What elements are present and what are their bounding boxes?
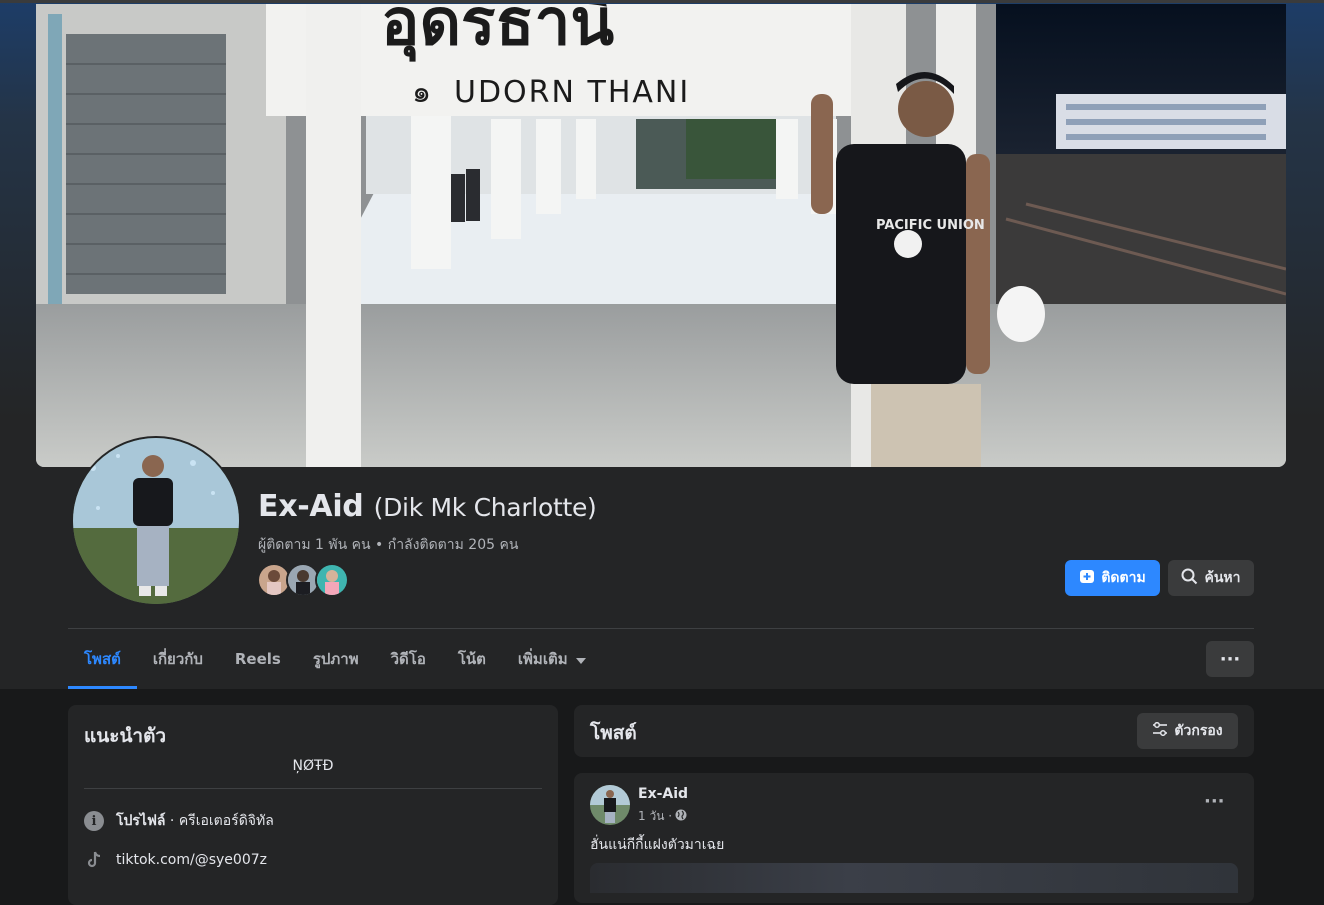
tab-label: โน้ต <box>457 650 486 668</box>
follow-label: ติดตาม <box>1101 570 1146 586</box>
tiktok-link[interactable]: tiktok.com/@sye007z <box>116 852 267 868</box>
tab-photos[interactable]: รูปภาพ <box>297 636 375 682</box>
friend-avatar[interactable] <box>315 563 349 597</box>
tab-posts[interactable]: โพสต์ <box>68 636 137 689</box>
profile-more-button[interactable]: ··· <box>1206 641 1254 677</box>
tab-more[interactable]: เพิ่มเติม <box>502 636 602 682</box>
posts-title: โพสต์ <box>590 722 637 744</box>
intro-card: แนะนำตัว ŅØŦĐ i โปรไฟล์ · ครีเอเตอร์ดิจิ… <box>68 705 558 905</box>
profile-display-name: Ex-Aid <box>258 489 364 524</box>
search-icon <box>1181 568 1198 589</box>
tab-about[interactable]: เกี่ยวกับ <box>137 636 219 682</box>
filter-button[interactable]: ตัวกรอง <box>1137 713 1238 749</box>
profile-type-label: โปรไฟล์ <box>116 813 166 829</box>
profile-tabs: โพสต์ เกี่ยวกับ Reels รูปภาพ วิดีโอ โน้ต… <box>68 636 602 689</box>
chevron-down-icon <box>575 650 586 668</box>
cover-sign-text: UDORN THANI <box>454 75 690 110</box>
info-icon: i <box>84 811 104 831</box>
tab-label: เกี่ยวกับ <box>152 650 203 668</box>
post-media[interactable] <box>590 863 1238 893</box>
posts-header-card: โพสต์ ตัวกรอง <box>574 705 1254 757</box>
intro-link-row: tiktok.com/@sye007z <box>84 851 267 869</box>
follow-stats[interactable]: ผู้ติดตาม 1 พัน คน • กำลังติดตาม 205 คน <box>258 534 518 556</box>
tab-label: Reels <box>234 650 281 668</box>
search-label: ค้นหา <box>1204 570 1241 586</box>
tab-notes[interactable]: โน้ต <box>442 636 502 682</box>
profile-name: Ex-Aid (Dik Mk Charlotte) <box>258 489 597 524</box>
tab-label: วิดีโอ <box>390 650 426 668</box>
top-border <box>0 0 1324 3</box>
post-text: ฮั่นแน่กีกี้แฝงตัวมาเฉย <box>590 837 725 853</box>
follow-button[interactable]: ติดตาม <box>1065 560 1160 596</box>
svg-text:อุดรธานี: อุดรธานี <box>381 4 614 62</box>
intro-bio: ŅØŦĐ <box>292 758 334 774</box>
filter-label: ตัวกรอง <box>1174 723 1223 739</box>
intro-title: แนะนำตัว <box>84 725 167 747</box>
intro-profile-type: i โปรไฟล์ · ครีเอเตอร์ดิจิทัล <box>84 810 274 832</box>
profile-type-value: · ครีเอเตอร์ดิจิทัล <box>165 813 274 829</box>
intro-divider <box>84 788 542 789</box>
post-time[interactable]: 1 วัน · <box>638 807 672 826</box>
globe-icon <box>675 809 687 824</box>
cover-sign-prefix: ๑ <box>412 75 431 110</box>
svg-text:PACIFIC UNION: PACIFIC UNION <box>876 218 985 233</box>
follow-plus-icon <box>1079 568 1095 588</box>
cover-photo[interactable]: อุดรธานี ๑ UDORN THANI PACIFIC UNION <box>36 4 1286 467</box>
search-profile-button[interactable]: ค้นหา <box>1168 560 1254 596</box>
post-author-avatar[interactable] <box>590 785 630 825</box>
post-card: Ex-Aid 1 วัน · ··· ฮั่นแน่กีกี้แฝงตัวมาเ… <box>574 773 1254 903</box>
post-meta: 1 วัน · <box>638 807 687 826</box>
post-more-button[interactable]: ··· <box>1204 791 1225 812</box>
tab-label: โพสต์ <box>84 650 121 668</box>
tiktok-icon <box>84 851 104 869</box>
profile-alternate-name: (Dik Mk Charlotte) <box>373 493 597 522</box>
filter-icon <box>1152 721 1168 740</box>
post-author-name[interactable]: Ex-Aid <box>638 786 688 802</box>
tab-reels[interactable]: Reels <box>219 636 297 682</box>
more-icon: ··· <box>1219 648 1241 670</box>
tab-videos[interactable]: วิดีโอ <box>375 636 442 682</box>
header-divider <box>68 628 1254 629</box>
profile-avatar[interactable] <box>73 438 239 604</box>
tab-label: เพิ่มเติม <box>517 650 568 668</box>
tab-label: รูปภาพ <box>312 650 359 668</box>
